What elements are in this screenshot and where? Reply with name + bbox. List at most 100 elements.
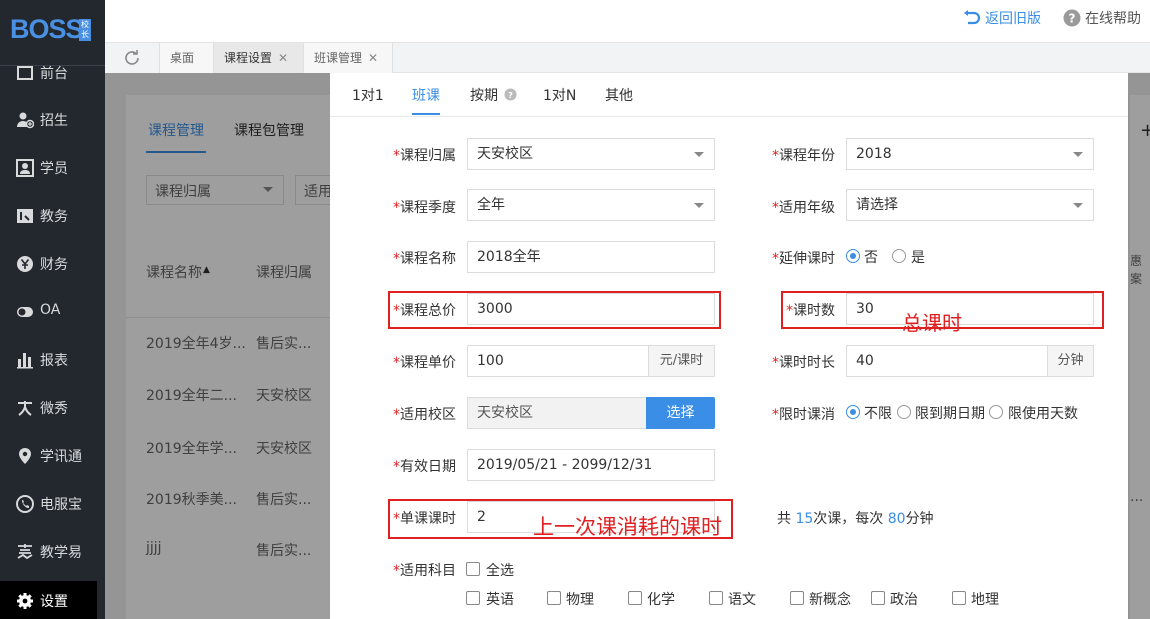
grade-select[interactable]: 请选择 [846, 189, 1094, 221]
grade-label: *适用年级 [772, 200, 835, 216]
tab-class[interactable]: 班课 [412, 85, 440, 105]
limit-none-radio[interactable] [846, 405, 860, 419]
subjects-label: *适用科目 [393, 563, 456, 579]
annotation-box-total-price [388, 291, 721, 329]
limit-label: *限时课消 [772, 407, 835, 423]
course-name-label: *课程名称 [393, 251, 456, 267]
sidebar-item-label: 报表 [40, 353, 68, 369]
sidebar-item-label: 财务 [40, 257, 68, 273]
online-help-label: 在线帮助 [1085, 11, 1141, 27]
tab-one-to-one[interactable]: 1对1 [352, 85, 384, 105]
annotation-total-hours: 总课时 [902, 311, 962, 335]
sidebar-item-jiaoxueyi[interactable]: 教学易 [0, 532, 105, 572]
sidebar-item-label: 微秀 [40, 401, 68, 417]
teach-icon [17, 544, 33, 560]
sidebar: BOSS 校长 前台 招生 学员 教务 财务 OA 报表 微秀 学讯通 电服宝 [0, 0, 105, 619]
subject-label: 物理 [566, 592, 594, 608]
help-icon: ? [504, 88, 517, 101]
extend-no-radio[interactable] [846, 249, 860, 263]
season-select[interactable]: 全年 [467, 189, 715, 221]
tab-other[interactable]: 其他 [605, 85, 633, 105]
subject-label: 英语 [486, 592, 514, 608]
gear-icon [17, 593, 33, 609]
tab-bar: 桌面 课程设置 ✕ 班课管理 ✕ [105, 42, 1150, 73]
refresh-button[interactable] [105, 43, 160, 73]
tab-class-management[interactable]: 班课管理 ✕ [304, 43, 393, 73]
back-to-old-link[interactable]: 返回旧版 [963, 8, 1041, 28]
svg-text:?: ? [1069, 12, 1076, 26]
hour-length-input[interactable]: 40 [846, 345, 1048, 377]
valid-date-input[interactable]: 2019/05/21 - 2099/12/31 [467, 449, 715, 481]
close-icon[interactable]: ✕ [278, 51, 288, 65]
choose-campus-button[interactable]: 选择 [646, 397, 715, 429]
return-icon [964, 10, 981, 25]
course-name-input[interactable]: 2018全年 [467, 241, 715, 273]
sidebar-item-label: 教学易 [40, 545, 82, 561]
tab-label: 课程设置 [224, 51, 273, 65]
extend-hours-label: *延伸课时 [772, 251, 835, 267]
bar-chart-icon [17, 353, 33, 369]
tab-label: 班课管理 [314, 51, 363, 65]
sidebar-item-student[interactable]: 学员 [0, 148, 105, 188]
limit-days-radio[interactable] [989, 405, 1003, 419]
select-all-checkbox[interactable] [466, 562, 480, 576]
campus-label: *适用校区 [393, 407, 456, 423]
course-owner-label: *课程归属 [393, 148, 456, 164]
location-icon [19, 448, 31, 464]
sidebar-item-settings[interactable]: 设置 [0, 581, 97, 619]
yen-icon [17, 256, 33, 272]
subject-checkbox[interactable] [709, 591, 723, 605]
sidebar-item-xuexuntong[interactable]: 学讯通 [0, 436, 105, 476]
extend-no-label: 否 [864, 250, 878, 266]
sidebar-item-enroll[interactable]: 招生 [0, 100, 105, 140]
back-to-old-label: 返回旧版 [985, 11, 1041, 27]
sidebar-item-academic[interactable]: 教务 [0, 196, 105, 236]
unit-price-suffix: 元/课时 [648, 345, 715, 377]
subject-label: 语文 [728, 592, 756, 608]
extend-yes-radio[interactable] [892, 249, 906, 263]
tab-one-to-n[interactable]: 1对N [543, 85, 576, 105]
subject-label: 化学 [647, 592, 675, 608]
subject-checkbox[interactable] [628, 591, 642, 605]
sidebar-item-weixiu[interactable]: 微秀 [0, 388, 105, 428]
subject-checkbox[interactable] [952, 591, 966, 605]
desk-icon [17, 66, 33, 80]
summary-text: 共 15次课，每次 80分钟 [777, 511, 934, 527]
unit-price-input[interactable]: 100 [467, 345, 649, 377]
tab-desktop[interactable]: 桌面 [160, 43, 214, 73]
subject-checkbox[interactable] [547, 591, 561, 605]
book-icon [17, 209, 33, 223]
sidebar-item-label: 设置 [40, 594, 68, 610]
refresh-icon [125, 50, 139, 65]
limit-date-radio[interactable] [897, 405, 911, 419]
sidebar-item-label: 电服宝 [40, 497, 82, 513]
online-help-link[interactable]: ? 在线帮助 [1063, 8, 1141, 28]
course-year-select[interactable]: 2018 [846, 138, 1094, 170]
tab-divider [330, 116, 1128, 117]
tab-by-period[interactable]: 按期 ? [470, 85, 517, 105]
limit-none-label: 不限 [864, 406, 892, 422]
valid-date-label: *有效日期 [393, 459, 456, 475]
sidebar-item-label: 前台 [40, 66, 68, 82]
season-label: *课程季度 [393, 200, 456, 216]
course-owner-select[interactable]: 天安校区 [467, 138, 715, 170]
hour-length-suffix: 分钟 [1047, 345, 1094, 377]
campus-input: 天安校区 [467, 397, 647, 429]
sidebar-item-report[interactable]: 报表 [0, 340, 105, 380]
limit-date-label: 限到期日期 [915, 406, 985, 422]
sidebar-item-frontdesk[interactable]: 前台 [0, 53, 105, 93]
tab-course-settings[interactable]: 课程设置 ✕ [214, 43, 304, 73]
subject-checkbox[interactable] [871, 591, 885, 605]
phone-icon [16, 495, 34, 513]
sidebar-item-finance[interactable]: 财务 [0, 244, 105, 284]
logo-badge: 校长 [79, 19, 91, 41]
sidebar-item-oa[interactable]: OA [0, 292, 105, 332]
subject-checkbox[interactable] [466, 591, 480, 605]
sidebar-item-label: 教务 [40, 209, 68, 225]
unit-price-label: *课程单价 [393, 355, 456, 371]
toggle-icon [17, 307, 33, 317]
limit-days-label: 限使用天数 [1008, 406, 1078, 422]
close-icon[interactable]: ✕ [368, 51, 378, 65]
sidebar-item-dianfubao[interactable]: 电服宝 [0, 484, 105, 524]
subject-checkbox[interactable] [790, 591, 804, 605]
